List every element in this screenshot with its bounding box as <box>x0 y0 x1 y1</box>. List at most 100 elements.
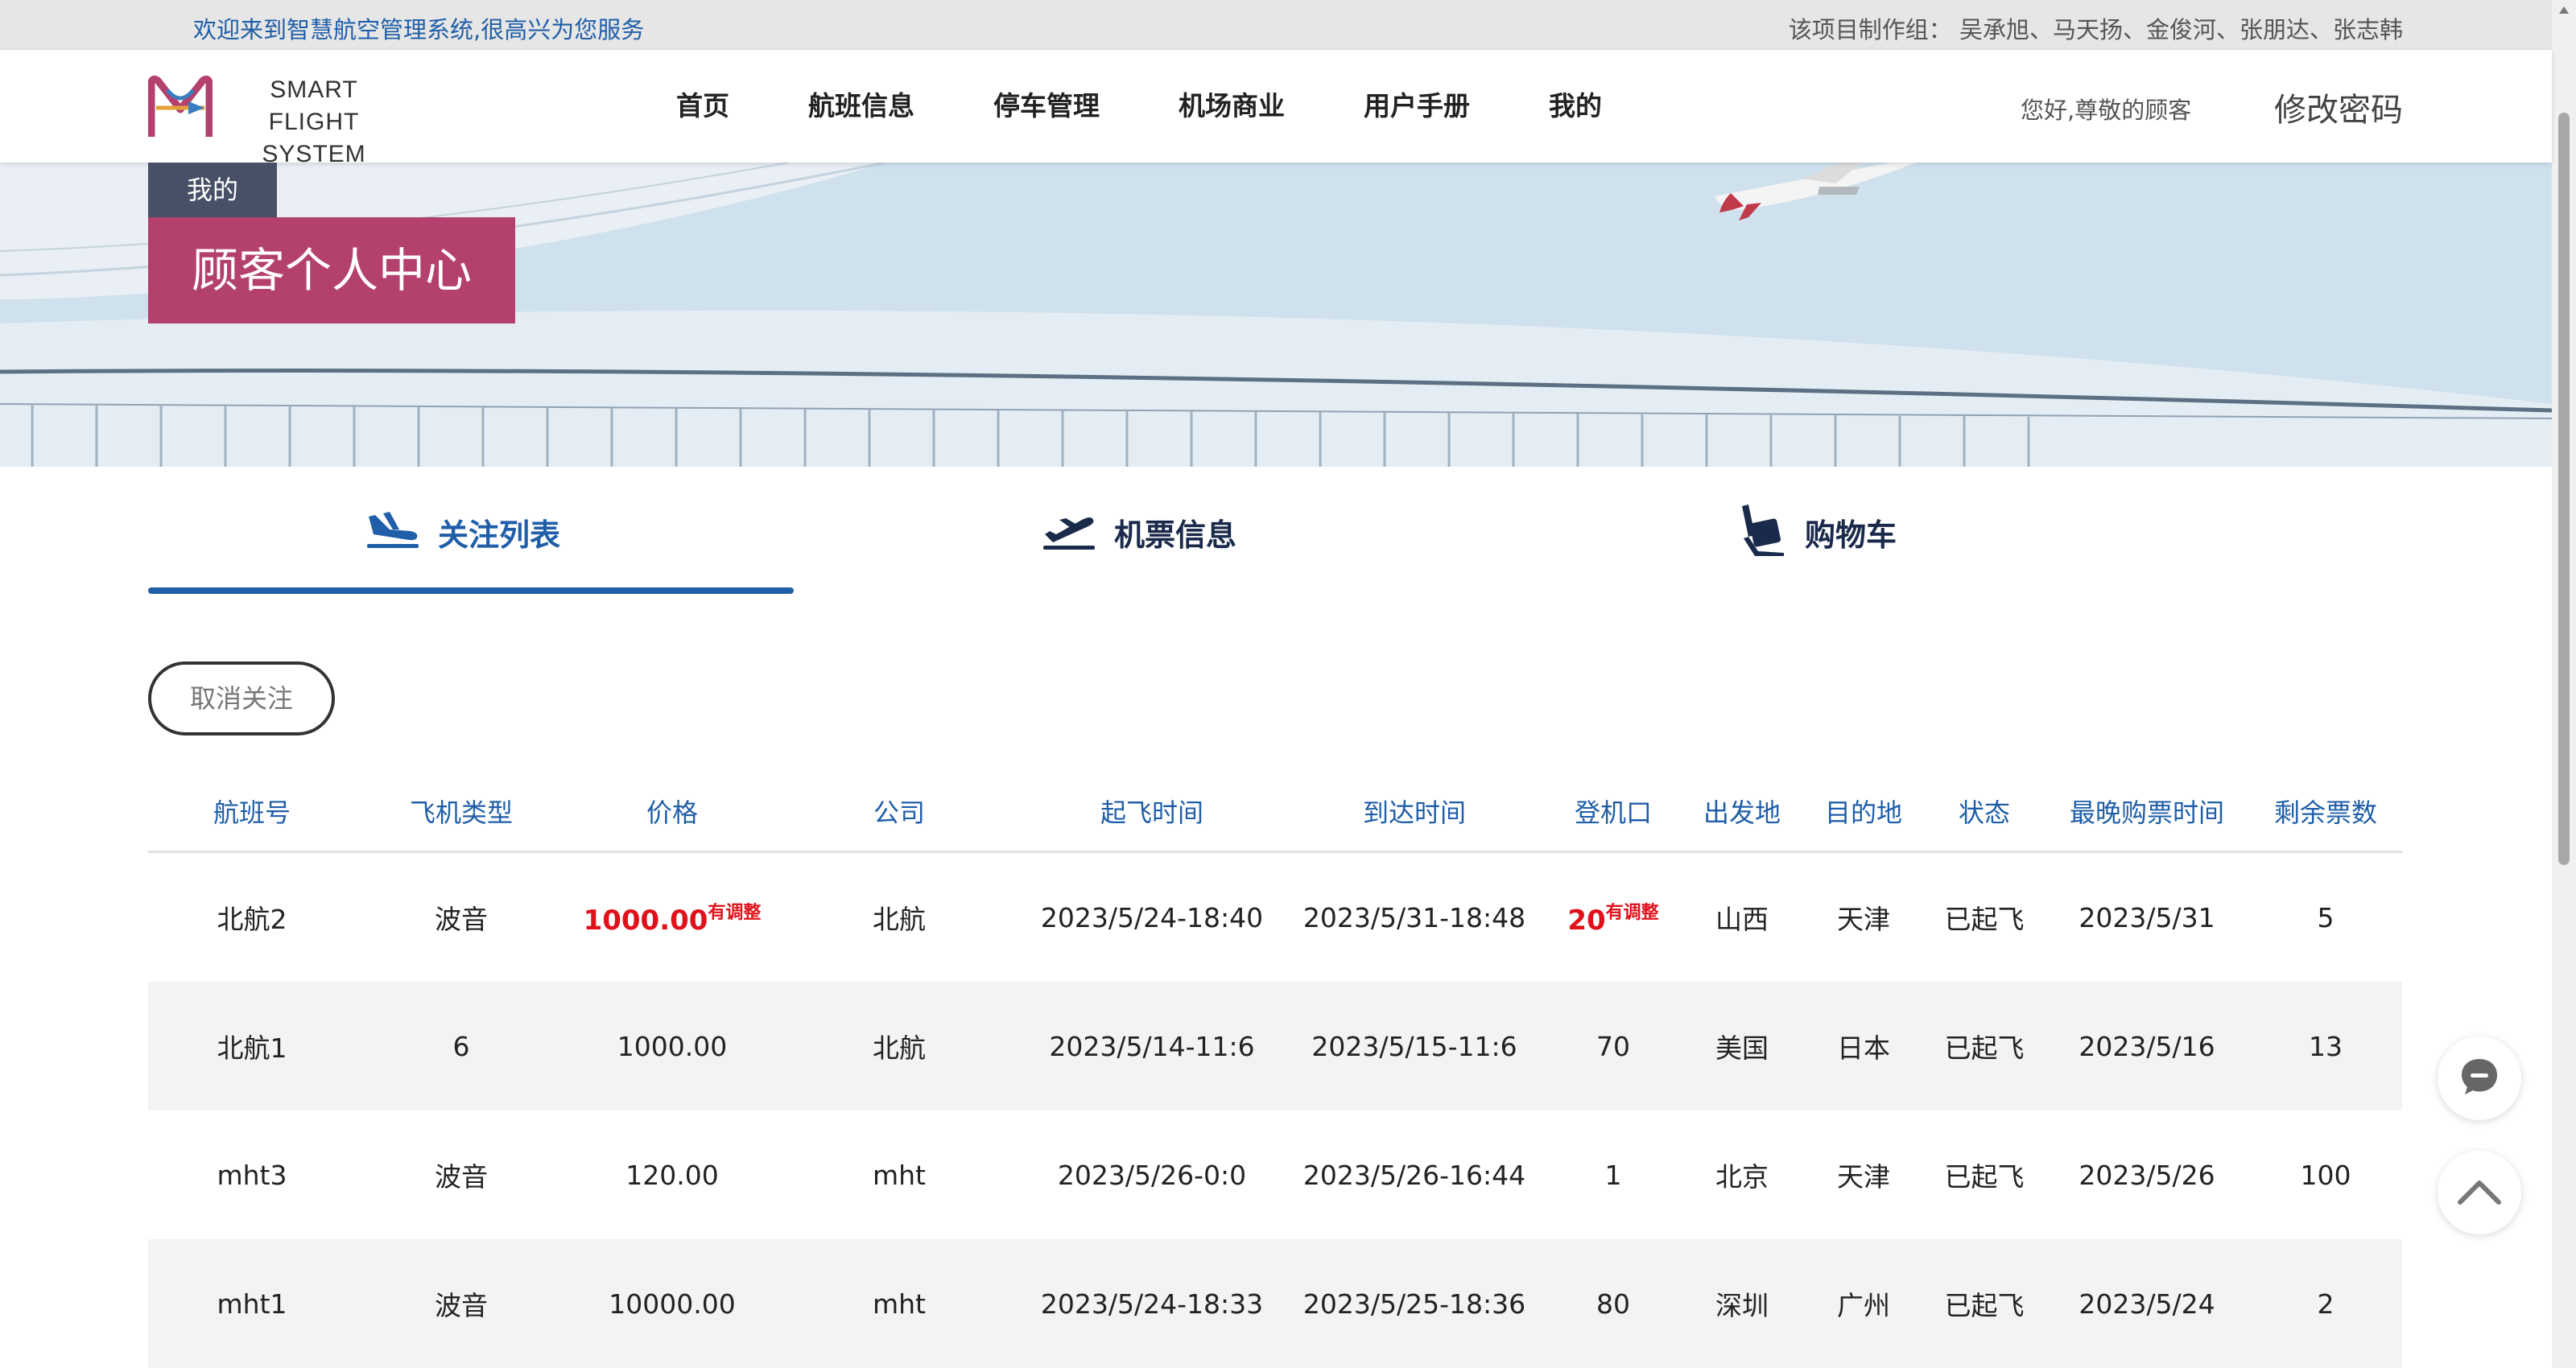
cell-price: 120.00 <box>625 1159 719 1191</box>
nav-flight-info[interactable]: 航班信息 <box>808 50 914 163</box>
cell-company: 北航 <box>873 1032 926 1064</box>
table-row[interactable]: mht1 波音 10000.00 mht 2023/5/24-18:33 202… <box>148 1239 2402 1368</box>
site-header: SMART FLIGHT SYSTEM 首页 航班信息 停车管理 机场商业 用户… <box>0 50 2552 167</box>
cell-company: 北航 <box>873 904 926 935</box>
nav-mine[interactable]: 我的 <box>1549 50 1602 163</box>
cell-gate: 80 <box>1596 1288 1630 1320</box>
tab-label: 机票信息 <box>1114 517 1237 553</box>
chat-bubble-icon <box>2458 1056 2500 1101</box>
cell-flight: 北航1 <box>217 1032 287 1064</box>
cell-price: 10000.00 <box>609 1288 736 1320</box>
table-row[interactable]: mht3 波音 120.00 mht 2023/5/26-0:0 2023/5/… <box>148 1110 2402 1239</box>
nav-user-manual[interactable]: 用户手册 <box>1364 50 1470 163</box>
cell-deadline: 2023/5/24 <box>2079 1288 2215 1320</box>
chevron-up-icon <box>2455 1175 2504 1210</box>
back-to-top-button[interactable] <box>2438 1151 2521 1234</box>
cell-price: 1000.00有调整 <box>567 898 778 937</box>
cell-from: 美国 <box>1715 1032 1769 1064</box>
cell-to: 日本 <box>1837 1032 1890 1064</box>
price-adjusted-note: 有调整 <box>708 903 762 923</box>
flight-table: 航班号 飞机类型 价格 公司 起飞时间 到达时间 登机口 出发地 目的地 状态 … <box>148 773 2402 1368</box>
cell-plane: 6 <box>452 1030 470 1062</box>
table-row[interactable]: 北航2 波音 1000.00有调整 北航 2023/5/24-18:40 202… <box>148 853 2402 982</box>
cell-to: 广州 <box>1837 1290 1890 1321</box>
cell-status: 已起飞 <box>1944 1161 2025 1193</box>
col-header: 目的地 <box>1824 797 1902 828</box>
cell-deadline: 2023/5/16 <box>2079 1030 2215 1062</box>
cell-flight: 北航2 <box>217 904 287 935</box>
tab-follow-list[interactable]: 关注列表 <box>365 467 560 597</box>
cell-arrive: 2023/5/25-18:36 <box>1302 1288 1526 1320</box>
scroll-up-arrow-icon[interactable] <box>2559 6 2569 14</box>
tab-shopping-cart[interactable]: 购物车 <box>1734 467 1897 597</box>
page-title: 顾客个人中心 <box>148 217 515 323</box>
col-header: 公司 <box>873 797 925 828</box>
scrollbar[interactable] <box>2552 0 2576 1368</box>
credits-text: 该项目制作组： 吴承旭、马天扬、金俊河、张朋达、张志韩 <box>1788 16 2403 43</box>
cell-plane: 波音 <box>435 1290 488 1321</box>
col-header: 最晚购票时间 <box>2069 797 2224 828</box>
gate-value: 20 <box>1567 904 1606 937</box>
cell-status: 已起飞 <box>1944 904 2025 935</box>
cell-from: 北京 <box>1715 1161 1769 1193</box>
cell-company: mht <box>873 1159 926 1191</box>
col-header: 登机口 <box>1574 797 1652 828</box>
cell-arrive: 2023/5/26-16:44 <box>1302 1159 1526 1191</box>
cell-gate: 1 <box>1604 1159 1622 1191</box>
tab-ticket-info[interactable]: 机票信息 <box>1042 467 1236 597</box>
col-header: 飞机类型 <box>409 797 513 828</box>
cell-remaining: 2 <box>2317 1288 2334 1320</box>
nav-parking[interactable]: 停车管理 <box>993 50 1100 163</box>
cell-gate: 20有调整 <box>1546 898 1681 937</box>
table-row[interactable]: 北航1 6 1000.00 北航 2023/5/14-11:6 2023/5/1… <box>148 982 2402 1110</box>
change-password-link[interactable]: 修改密码 <box>2274 84 2403 130</box>
cell-price: 1000.00 <box>617 1030 728 1062</box>
section-tag: 我的 <box>148 163 277 217</box>
logo-icon[interactable] <box>147 74 213 142</box>
logo-line-1: SMART FLIGHT <box>268 76 360 135</box>
cell-flight: mht1 <box>217 1288 287 1320</box>
cell-company: mht <box>873 1288 926 1320</box>
cell-remaining: 5 <box>2317 901 2334 933</box>
cell-depart: 2023/5/14-11:6 <box>1049 1030 1255 1062</box>
col-header: 航班号 <box>213 797 291 828</box>
col-header: 价格 <box>646 797 698 828</box>
cell-from: 山西 <box>1715 904 1769 935</box>
cell-plane: 波音 <box>435 904 488 935</box>
welcome-text: 欢迎来到智慧航空管理系统,很高兴为您服务 <box>193 16 645 43</box>
nav-home[interactable]: 首页 <box>676 50 729 163</box>
col-header: 状态 <box>1958 797 2010 828</box>
cell-to: 天津 <box>1837 1161 1890 1193</box>
cell-plane: 波音 <box>435 1161 488 1193</box>
price-value: 1000.00 <box>583 904 708 937</box>
cell-deadline: 2023/5/31 <box>2079 901 2215 933</box>
tab-label: 关注列表 <box>438 517 561 553</box>
top-info-bar: 欢迎来到智慧航空管理系统,很高兴为您服务 该项目制作组： 吴承旭、马天扬、金俊河… <box>0 0 2552 50</box>
chat-button[interactable] <box>2438 1036 2521 1120</box>
col-header: 剩余票数 <box>2273 797 2377 828</box>
tab-label: 购物车 <box>1805 517 1897 553</box>
nav-airport-commerce[interactable]: 机场商业 <box>1179 50 1285 163</box>
cell-arrive: 2023/5/31-18:48 <box>1302 901 1526 933</box>
active-tab-indicator <box>148 587 794 594</box>
cell-flight: mht3 <box>217 1159 287 1191</box>
table-header: 航班号 飞机类型 价格 公司 起飞时间 到达时间 登机口 出发地 目的地 状态 … <box>148 773 2402 853</box>
cell-depart: 2023/5/24-18:40 <box>1040 901 1264 933</box>
col-header: 出发地 <box>1703 797 1781 828</box>
cell-status: 已起飞 <box>1944 1032 2025 1064</box>
page: 欢迎来到智慧航空管理系统,很高兴为您服务 该项目制作组： 吴承旭、马天扬、金俊河… <box>0 0 2576 1368</box>
col-header: 到达时间 <box>1362 797 1466 828</box>
logo-text: SMART FLIGHT SYSTEM <box>233 74 394 171</box>
main-nav: 首页 航班信息 停车管理 机场商业 用户手册 我的 <box>676 50 1681 163</box>
scrollbar-thumb[interactable] <box>2558 113 2570 865</box>
cell-from: 深圳 <box>1715 1290 1769 1321</box>
plane-takeoff-icon <box>1042 510 1096 554</box>
cell-arrive: 2023/5/15-11:6 <box>1311 1030 1517 1062</box>
cell-remaining: 13 <box>2309 1030 2343 1062</box>
cell-deadline: 2023/5/26 <box>2079 1159 2215 1191</box>
unfollow-button[interactable]: 取消关注 <box>148 661 335 736</box>
col-header: 起飞时间 <box>1100 797 1203 828</box>
gate-adjusted-note: 有调整 <box>1605 903 1659 923</box>
cell-depart: 2023/5/24-18:33 <box>1040 1288 1264 1320</box>
plane-landing-icon <box>365 510 420 554</box>
